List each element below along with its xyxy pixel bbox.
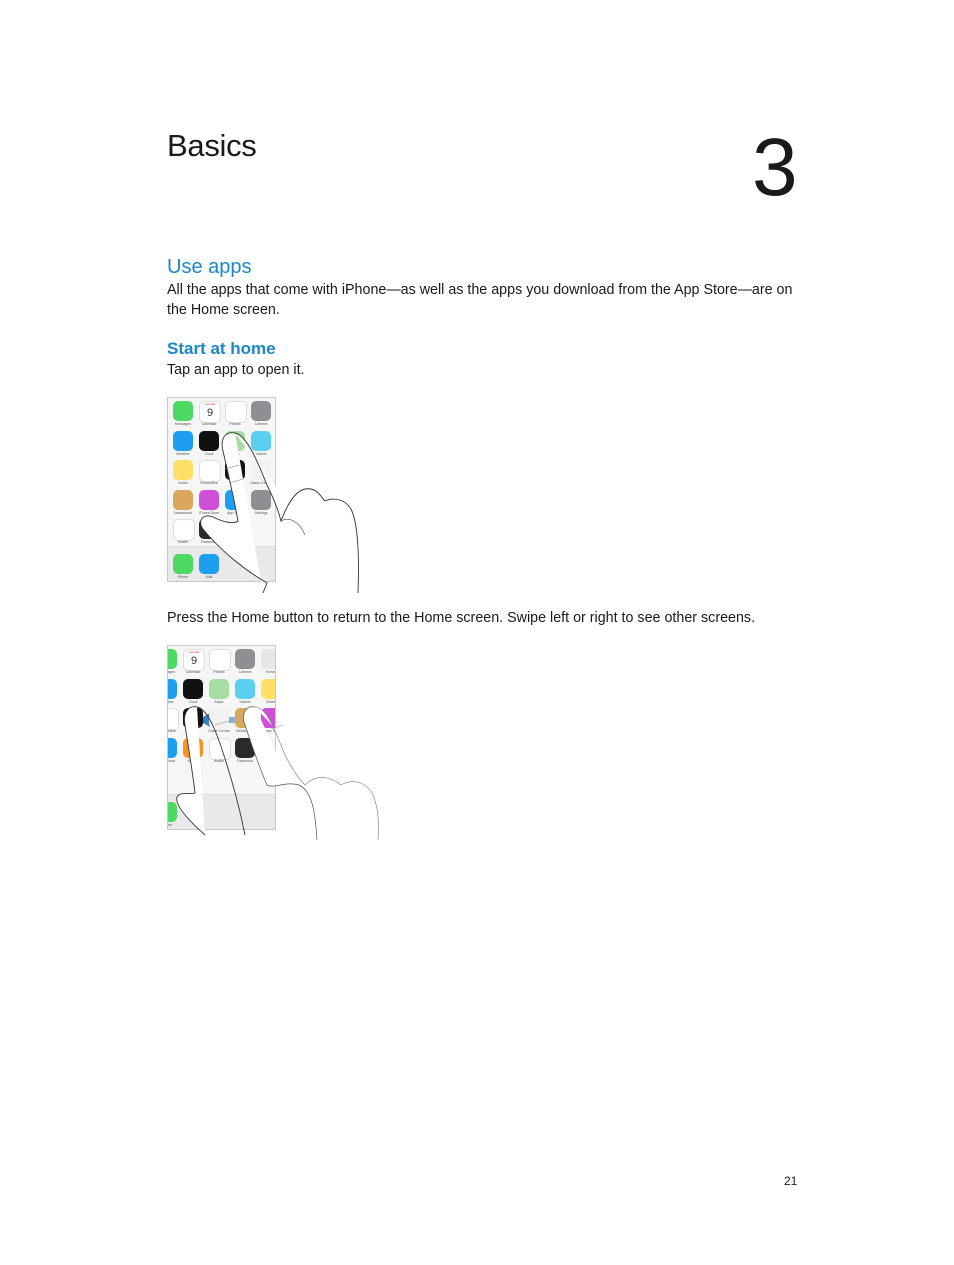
phone-icon — [173, 554, 193, 574]
messages-icon — [173, 401, 193, 421]
app-label: Clock — [204, 451, 214, 456]
app-label: Stocks — [229, 481, 241, 485]
settings-icon — [251, 489, 271, 510]
clock-icon — [183, 678, 203, 699]
app-label: Settings — [254, 510, 268, 515]
figure-home-screen-swipe: Messages Tuesday9Calendar Photos Camera Extr… — [167, 645, 276, 830]
app-label: Notes — [266, 699, 276, 704]
app-label: Health — [177, 540, 189, 544]
photos-icon — [209, 649, 231, 671]
chapter-title: Basics — [167, 128, 257, 163]
weather-icon — [168, 678, 177, 699]
ibooks-icon — [183, 737, 203, 758]
app-label: App Store — [227, 510, 243, 515]
app-label: Weather — [176, 451, 190, 456]
app-label: Photos — [229, 422, 241, 426]
reminders-icon — [168, 708, 179, 730]
weather-icon — [173, 430, 193, 451]
section-heading-use-apps: Use apps — [167, 256, 252, 278]
app-store-icon — [225, 489, 245, 510]
app-label: Health — [213, 758, 225, 763]
app-label: Notes — [178, 481, 188, 485]
app-label: iBooks — [187, 758, 199, 763]
videos-icon — [251, 430, 271, 451]
itunes-store-icon — [261, 708, 275, 728]
app-label: Videos — [255, 451, 267, 456]
chapter-number: 3 — [752, 122, 798, 213]
app-label: Extras — [265, 670, 276, 674]
page-number: 21 — [784, 1174, 798, 1188]
game-center-icon — [251, 460, 271, 480]
extras-icon — [261, 649, 275, 669]
stocks-icon — [183, 708, 203, 728]
mail-icon — [199, 554, 219, 574]
app-label: Weather — [167, 699, 174, 704]
videos-icon — [235, 678, 255, 699]
app-label: Photos — [213, 670, 225, 674]
newsstand-icon — [173, 489, 193, 510]
calendar-icon: Tuesday 9 — [183, 649, 205, 671]
messages-icon — [168, 649, 177, 669]
newsstand-icon — [235, 708, 255, 728]
app-label: Reminders — [167, 729, 176, 733]
app-label: iTunes Store — [198, 510, 220, 515]
app-label: Camera — [238, 670, 252, 674]
app-label: Camera — [254, 422, 268, 426]
passbook-icon — [199, 519, 219, 539]
app-label: Calendar — [201, 422, 217, 426]
health-icon — [209, 737, 231, 760]
maps-icon — [225, 430, 245, 451]
app-label: iTunes Store — [260, 729, 276, 733]
app-store-icon — [168, 737, 177, 758]
app-label: Stocks — [187, 729, 199, 733]
app-label: Passbook — [201, 540, 217, 544]
photos-icon — [225, 401, 247, 423]
camera-icon — [235, 649, 255, 669]
dock-app-label: Phone — [168, 823, 173, 827]
app-label: Reminders — [200, 481, 218, 485]
clock-icon — [199, 430, 219, 451]
dock-app-label: Mail — [205, 575, 213, 579]
app-label: Messages — [174, 422, 192, 426]
phone-icon — [168, 802, 177, 822]
notes-icon — [173, 460, 193, 480]
subsection-heading-start-at-home: Start at home — [167, 339, 276, 358]
calendar-icon: Tuesday 9 — [199, 401, 221, 423]
app-label: App Store — [167, 758, 175, 763]
app-label: Passbook — [237, 758, 253, 763]
dock — [168, 794, 275, 829]
app-label: Calendar — [185, 670, 201, 674]
paragraph-start-at-home: Tap an app to open it. — [167, 362, 305, 378]
health-icon — [173, 519, 195, 541]
notes-icon — [261, 678, 275, 699]
app-label: Videos — [239, 699, 251, 704]
itunes-store-icon — [199, 489, 219, 510]
figure-home-screen-tap: Messages Tuesday 9 Calendar Photos Camera Weat… — [167, 397, 276, 582]
game-center-icon — [209, 708, 229, 728]
passbook-icon — [235, 737, 255, 758]
app-label: Clock — [188, 699, 198, 704]
app-label: Newsstand — [174, 510, 192, 515]
app-label: Messages — [167, 670, 176, 674]
dock-app-label: Phone — [177, 575, 189, 579]
app-label: Maps — [230, 451, 240, 456]
maps-icon — [209, 678, 229, 699]
app-label: Maps — [214, 699, 224, 704]
camera-icon — [251, 401, 271, 421]
app-label: Game Center — [208, 729, 230, 733]
reminders-icon — [199, 460, 221, 482]
app-label: Newsstand — [236, 729, 254, 733]
app-label: Game Center — [250, 481, 272, 485]
stocks-icon — [225, 460, 245, 480]
paragraph-use-apps: All the apps that come with iPhone—as we… — [167, 282, 793, 318]
paragraph-press-home: Press the Home button to return to the H… — [167, 610, 756, 626]
